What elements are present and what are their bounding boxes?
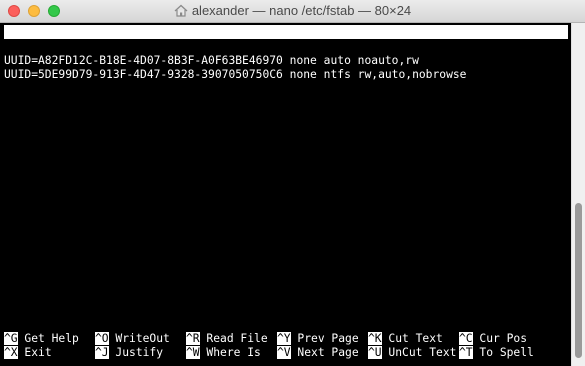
shortcut-key: ^J xyxy=(95,346,109,359)
shortcut-prev-page[interactable]: ^Y Prev Page xyxy=(277,332,359,346)
shortcut-key: ^Y xyxy=(277,332,291,345)
shortcut-key: ^V xyxy=(277,346,291,359)
shortcut-get-help[interactable]: ^G Get Help xyxy=(4,332,79,346)
shortcut-to-spell[interactable]: ^T To Spell xyxy=(459,346,534,360)
shortcut-where-is[interactable]: ^W Where Is xyxy=(186,346,261,360)
shortcut-justify[interactable]: ^J Justify xyxy=(95,346,163,360)
shortcut-label: WriteOut xyxy=(115,332,170,345)
shortcut-key: ^O xyxy=(95,332,109,345)
shortcut-key: ^W xyxy=(186,346,200,359)
shortcut-key: ^G xyxy=(4,332,18,345)
window-title-container: alexander — nano /etc/fstab — 80×24 xyxy=(0,3,585,20)
shortcut-exit[interactable]: ^X Exit xyxy=(4,346,52,360)
shortcut-key: ^X xyxy=(4,346,18,359)
title-bar[interactable]: alexander — nano /etc/fstab — 80×24 xyxy=(0,0,585,23)
shortcut-key: ^T xyxy=(459,346,473,359)
shortcut-label: Where Is xyxy=(206,346,261,359)
shortcut-label: UnCut Text xyxy=(388,346,457,359)
vertical-scrollbar[interactable] xyxy=(571,23,585,366)
shortcut-next-page[interactable]: ^V Next Page xyxy=(277,346,359,360)
shortcut-label: To Spell xyxy=(479,346,534,359)
shortcut-key: ^R xyxy=(186,332,200,345)
shortcut-label: Next Page xyxy=(297,346,359,359)
shortcut-label: Prev Page xyxy=(297,332,359,345)
shortcut-label: Exit xyxy=(24,346,52,359)
terminal-area[interactable]: GNU nano 2.0.6 File: /etc/fstab Modified… xyxy=(2,23,570,366)
shortcut-label: Justify xyxy=(115,346,164,359)
modified-indicator: Modified xyxy=(498,67,553,80)
nano-status-bar: GNU nano 2.0.6 File: /etc/fstab Modified xyxy=(4,25,568,80)
shortcut-key: ^C xyxy=(459,332,473,345)
shortcut-uncut-text[interactable]: ^U UnCut Text xyxy=(368,346,456,360)
shortcut-key: ^U xyxy=(368,346,382,359)
shortcut-key: ^K xyxy=(368,332,382,345)
window-title: alexander — nano /etc/fstab — 80×24 xyxy=(191,3,412,18)
file-line[interactable]: UUID=A82FD12C-B18E-4D07-8B3F-A0F63BE4697… xyxy=(4,54,419,68)
scrollbar-thumb[interactable] xyxy=(575,203,582,358)
shortcut-cut-text[interactable]: ^K Cut Text xyxy=(368,332,443,346)
nano-version: GNU nano 2.0.6 xyxy=(18,39,114,52)
shortcut-label: Get Help xyxy=(24,332,79,345)
terminal-window: alexander — nano /etc/fstab — 80×24 GNU … xyxy=(0,0,585,366)
shortcut-cur-pos[interactable]: ^C Cur Pos xyxy=(459,332,527,346)
shortcut-read-file[interactable]: ^R Read File xyxy=(186,332,268,346)
shortcut-label: Read File xyxy=(206,332,268,345)
home-icon xyxy=(174,4,188,20)
file-line[interactable]: UUID=5DE99D79-913F-4D47-9328-3907050750C… xyxy=(4,68,467,82)
shortcut-label: Cur Pos xyxy=(479,332,528,345)
shortcut-writeout[interactable]: ^O WriteOut xyxy=(95,332,170,346)
shortcut-label: Cut Text xyxy=(388,332,443,345)
